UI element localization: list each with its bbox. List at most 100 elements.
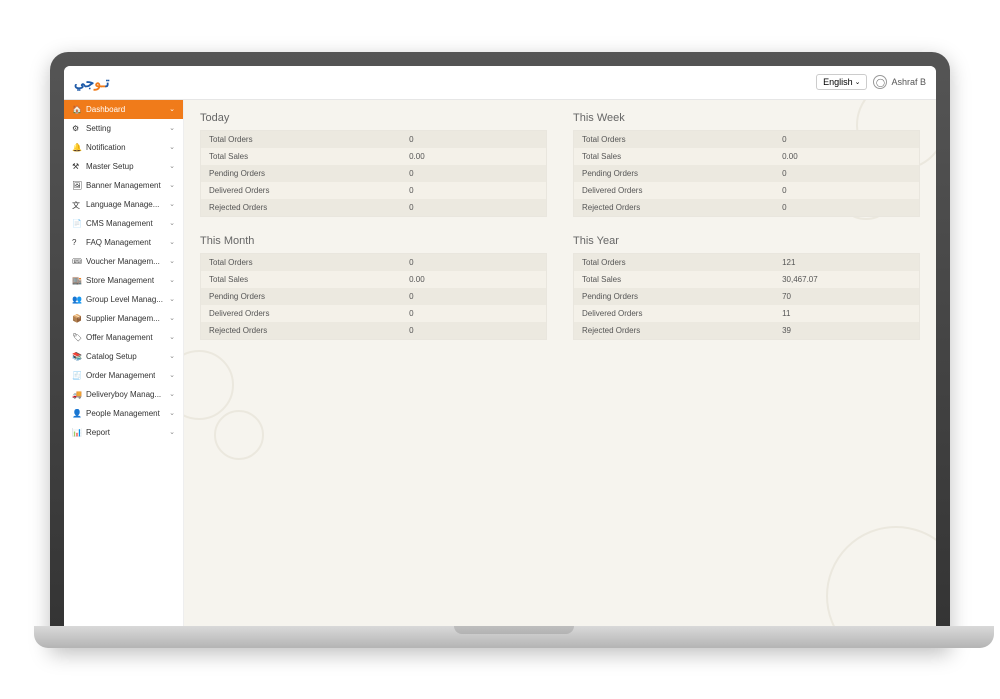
sidebar-item-cms-management[interactable]: 📄CMS Management⌄: [64, 214, 183, 233]
stat-label: Total Sales: [574, 271, 774, 288]
sidebar-item-banner-management[interactable]: 🖼Banner Management⌄: [64, 176, 183, 195]
stat-value: 121: [774, 254, 919, 271]
sidebar-item-label: Master Setup: [86, 162, 134, 171]
sidebar-icon: 📦: [72, 314, 81, 323]
stat-label: Pending Orders: [574, 165, 774, 182]
table-row: Pending Orders70: [574, 288, 919, 305]
sidebar-icon: ?: [72, 238, 81, 247]
stat-value: 0.00: [401, 148, 546, 165]
avatar-icon: ◯: [873, 75, 887, 89]
sidebar-item-dashboard[interactable]: 🏠Dashboard⌄: [64, 100, 183, 119]
stat-label: Total Orders: [574, 131, 774, 148]
stats-table: Total Orders0Total Sales0.00Pending Orde…: [200, 130, 547, 217]
stat-value: 0: [401, 131, 546, 148]
stat-label: Rejected Orders: [201, 199, 401, 216]
decorative-circle-icon: [184, 350, 234, 420]
main-content: TodayTotal Orders0Total Sales0.00Pending…: [184, 100, 936, 626]
sidebar-icon: 📊: [72, 428, 81, 437]
stat-value: 0.00: [774, 148, 919, 165]
table-row: Total Sales0.00: [201, 148, 546, 165]
sidebar-item-voucher-managem[interactable]: 🎟Voucher Managem...⌄: [64, 252, 183, 271]
sidebar-item-label: Order Management: [86, 371, 155, 380]
stat-label: Total Orders: [201, 254, 401, 271]
stat-value: 0: [774, 165, 919, 182]
chevron-down-icon: ⌄: [169, 333, 175, 341]
chevron-down-icon: ⌄: [169, 428, 175, 436]
sidebar-item-label: FAQ Management: [86, 238, 151, 247]
user-menu[interactable]: ◯ Ashraf B: [873, 75, 926, 89]
table-row: Pending Orders0: [574, 165, 919, 182]
sidebar-icon: 🖼: [72, 181, 81, 190]
panel-title: Today: [200, 112, 547, 124]
screen: تـوجي English ⌄ ◯ Ashraf B 🏠Dashboard⌄⚙S…: [64, 66, 936, 626]
chevron-down-icon: ⌄: [169, 257, 175, 265]
stat-value: 39: [774, 322, 919, 339]
body: 🏠Dashboard⌄⚙Setting⌄🔔Notification⌄⚒Maste…: [64, 100, 936, 626]
stats-table: Total Orders121Total Sales30,467.07Pendi…: [573, 253, 920, 340]
stat-label: Total Sales: [201, 271, 401, 288]
sidebar-icon: 📚: [72, 352, 81, 361]
decorative-circle-icon: [826, 526, 936, 626]
table-row: Total Sales30,467.07: [574, 271, 919, 288]
sidebar-item-store-management[interactable]: 🏬Store Management⌄: [64, 271, 183, 290]
table-row: Delivered Orders0: [201, 182, 546, 199]
sidebar-item-catalog-setup[interactable]: 📚 Catalog Setup ⌄: [64, 347, 183, 366]
chevron-down-icon: ⌄: [169, 143, 175, 151]
stats-panel-today: Today Total Orders0Total Sales0.00Pending…: [200, 112, 547, 217]
stat-label: Pending Orders: [201, 288, 401, 305]
sidebar-item-people-management[interactable]: 👤People Management⌄: [64, 404, 183, 423]
stat-label: Rejected Orders: [201, 322, 401, 339]
chevron-down-icon: ⌄: [169, 352, 175, 360]
sidebar-item-notification[interactable]: 🔔Notification⌄: [64, 138, 183, 157]
chevron-down-icon: ⌄: [169, 124, 175, 132]
stat-value: 0: [401, 254, 546, 271]
table-row: Rejected Orders39: [574, 322, 919, 339]
chevron-down-icon: ⌄: [169, 295, 175, 303]
table-row: Rejected Orders0: [201, 199, 546, 216]
stat-label: Pending Orders: [201, 165, 401, 182]
sidebar-item-group-level-manag[interactable]: 👥Group Level Manag...⌄: [64, 290, 183, 309]
table-row: Total Sales0.00: [574, 148, 919, 165]
chevron-down-icon: ⌄: [855, 78, 861, 86]
stat-value: 0: [401, 305, 546, 322]
sidebar-icon: 🏠: [72, 105, 81, 114]
stat-label: Delivered Orders: [201, 182, 401, 199]
stat-value: 0: [774, 182, 919, 199]
sidebar-item-language-manage[interactable]: 文Language Manage...⌄: [64, 195, 183, 214]
stat-value: 70: [774, 288, 919, 305]
panel-title: This Week: [573, 112, 920, 124]
table-row: Total Orders0: [201, 131, 546, 148]
sidebar-item-deliveryboy-manag[interactable]: 🚚Deliveryboy Manag...⌄: [64, 385, 183, 404]
sidebar-item-faq-management[interactable]: ? FAQ Management ⌄: [64, 233, 183, 252]
chevron-down-icon: ⌄: [169, 390, 175, 398]
sidebar-item-order-management[interactable]: 🧾Order Management⌄: [64, 366, 183, 385]
table-row: Rejected Orders0: [201, 322, 546, 339]
laptop-frame: تـوجي English ⌄ ◯ Ashraf B 🏠Dashboard⌄⚙S…: [50, 52, 950, 648]
sidebar-item-offer-management[interactable]: 🏷Offer Management⌄: [64, 328, 183, 347]
language-select[interactable]: English ⌄: [816, 74, 867, 90]
sidebar-item-master-setup[interactable]: ⚒Master Setup⌄: [64, 157, 183, 176]
sidebar-item-label: Catalog Setup: [86, 352, 137, 361]
stat-label: Total Orders: [201, 131, 401, 148]
sidebar-icon: 🧾: [72, 371, 81, 380]
sidebar-item-report[interactable]: 📊Report⌄: [64, 423, 183, 442]
chevron-down-icon: ⌄: [169, 276, 175, 284]
stat-label: Delivered Orders: [201, 305, 401, 322]
stat-value: 11: [774, 305, 919, 322]
panel-title: This Year: [573, 235, 920, 247]
sidebar-item-setting[interactable]: ⚙Setting⌄: [64, 119, 183, 138]
stat-label: Rejected Orders: [574, 199, 774, 216]
stats-table: Total Orders0Total Sales0.00Pending Orde…: [200, 253, 547, 340]
table-row: Delivered Orders0: [201, 305, 546, 322]
table-row: Delivered Orders11: [574, 305, 919, 322]
sidebar-icon: ⚙: [72, 124, 81, 133]
chevron-down-icon: ⌄: [169, 238, 175, 246]
stat-value: 0: [774, 199, 919, 216]
logo[interactable]: تـوجي: [74, 74, 110, 91]
sidebar-item-supplier-managem[interactable]: 📦Supplier Managem...⌄: [64, 309, 183, 328]
stats-panel-this-week: This WeekTotal Orders0Total Sales0.00Pen…: [573, 112, 920, 217]
stat-label: Delivered Orders: [574, 182, 774, 199]
stat-label: Total Orders: [574, 254, 774, 271]
sidebar-item-label: Offer Management: [86, 333, 153, 342]
sidebar-icon: 🏬: [72, 276, 81, 285]
